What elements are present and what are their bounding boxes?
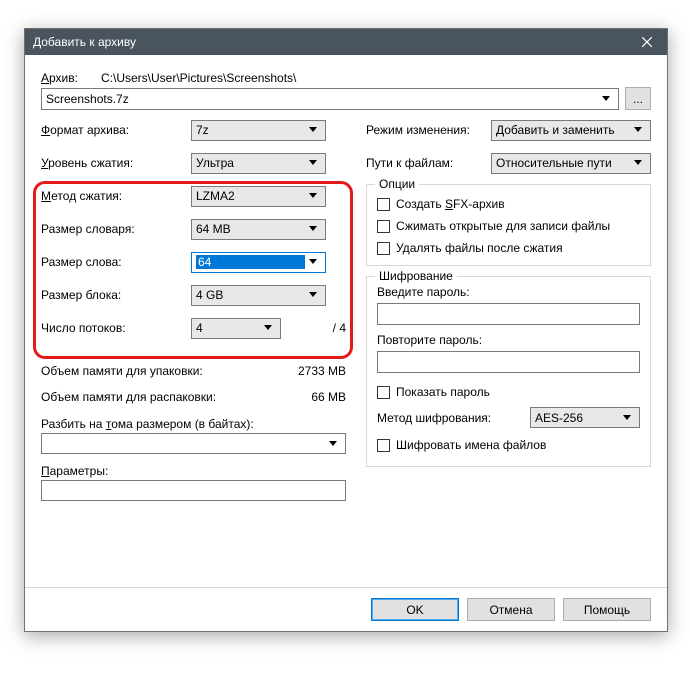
dict-select[interactable]: 64 MB [191,219,326,240]
threads-select[interactable]: 4 [191,318,281,339]
dialog-footer: OK Отмена Помощь [25,587,667,631]
enc-names-checkbox[interactable] [377,439,390,452]
format-label: Формат архива: [41,123,191,137]
delete-checkbox[interactable] [377,242,390,255]
word-label: Размер слова: [41,255,191,269]
dict-label: Размер словаря: [41,222,191,236]
encryption-legend: Шифрование [375,269,457,283]
chevron-down-icon [325,441,341,447]
paths-select[interactable]: Относительные пути [491,153,651,174]
method-select[interactable]: LZMA2 [191,186,326,207]
titlebar: Добавить к архиву [25,29,667,55]
chevron-down-icon [630,160,646,166]
chevron-down-icon [305,127,321,133]
chevron-down-icon [305,193,321,199]
block-label: Размер блока: [41,288,191,302]
shared-label: Сжимать открытые для записи файлы [396,219,610,233]
chevron-down-icon [619,415,635,421]
ok-button[interactable]: OK [371,598,459,621]
split-label: Разбить на тома размером (в байтах): [41,417,346,431]
window-close-button[interactable] [627,29,667,55]
archive-label: Архив: [41,71,101,85]
password2-label: Повторите пароль: [377,333,640,347]
close-icon [642,37,652,47]
chevron-down-icon [305,259,321,265]
level-label: Уровень сжатия: [41,156,191,170]
split-combo[interactable] [41,433,346,454]
cancel-button[interactable]: Отмена [467,598,555,621]
word-select[interactable]: 64 [191,252,326,273]
chevron-down-icon [305,292,321,298]
browse-button[interactable]: ... [625,87,651,110]
dialog-window: Добавить к архиву Архив: C:\Users\User\P… [24,28,668,632]
password1-input[interactable] [377,303,640,325]
sfx-checkbox[interactable] [377,198,390,211]
help-button[interactable]: Помощь [563,598,651,621]
threads-max: / 4 [327,321,346,335]
mem-pack-value: 2733 MB [276,364,346,378]
mem-pack-label: Объем памяти для упаковки: [41,364,276,378]
chevron-down-icon [630,127,646,133]
delete-label: Удалять файлы после сжатия [396,241,563,255]
options-group: Опции Создать SFX-архив Сжимать открытые… [366,184,651,266]
sfx-label: Создать SFX-архив [396,197,505,211]
password1-label: Введите пароль: [377,285,640,299]
params-input[interactable] [41,480,346,501]
chevron-down-icon [260,325,276,331]
password2-input[interactable] [377,351,640,373]
shared-checkbox[interactable] [377,220,390,233]
params-label: Параметры: [41,464,346,478]
archive-filename-combo[interactable]: Screenshots.7z [41,88,619,110]
threads-label: Число потоков: [41,321,191,335]
window-title: Добавить к архиву [33,35,627,49]
options-legend: Опции [375,177,419,191]
level-select[interactable]: Ультра [191,153,326,174]
enc-method-label: Метод шифрования: [377,411,530,425]
enc-names-label: Шифровать имена файлов [396,438,546,452]
showpw-checkbox[interactable] [377,386,390,399]
showpw-label: Показать пароль [396,385,490,399]
paths-label: Пути к файлам: [366,156,491,170]
archive-filename-value: Screenshots.7z [46,92,598,106]
mode-label: Режим изменения: [366,123,491,137]
chevron-down-icon [305,226,321,232]
archive-path-dir: C:\Users\User\Pictures\Screenshots\ [101,71,296,85]
chevron-down-icon [598,89,614,109]
mem-unpack-value: 66 MB [276,390,346,404]
method-label: Метод сжатия: [41,189,191,203]
format-select[interactable]: 7z [191,120,326,141]
block-select[interactable]: 4 GB [191,285,326,306]
mem-unpack-label: Объем памяти для распаковки: [41,390,276,404]
enc-method-select[interactable]: AES-256 [530,407,640,428]
chevron-down-icon [305,160,321,166]
mode-select[interactable]: Добавить и заменить [491,120,651,141]
encryption-group: Шифрование Введите пароль: Повторите пар… [366,276,651,467]
